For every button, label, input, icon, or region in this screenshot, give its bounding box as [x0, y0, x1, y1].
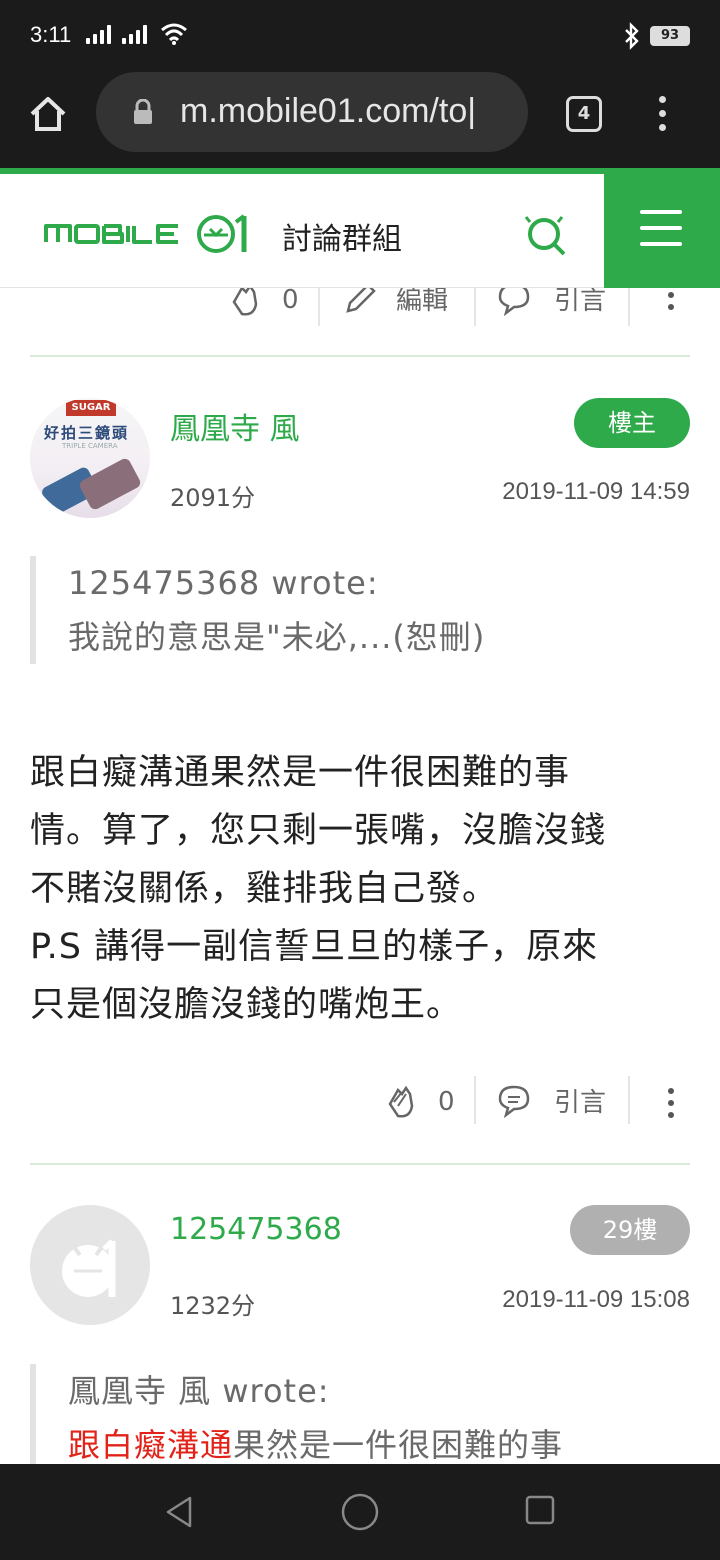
- quote-button[interactable]: 引言: [496, 1082, 606, 1119]
- mobile01-logo[interactable]: [44, 208, 258, 256]
- post-divider: [30, 1163, 690, 1165]
- browser-toolbar: m.mobile01.com/to| 4: [0, 72, 720, 168]
- post-author[interactable]: 鳳凰寺 風: [170, 404, 300, 448]
- post-actions: 0 引言: [0, 1072, 720, 1142]
- bluetooth-icon: [625, 22, 639, 50]
- browser-menu-icon[interactable]: [656, 96, 668, 136]
- recents-icon[interactable]: [524, 1494, 556, 1526]
- cell-signal-icon: [86, 24, 111, 44]
- avatar[interactable]: [30, 1205, 150, 1325]
- search-icon[interactable]: [524, 214, 568, 258]
- post-body-line: 只是個沒膽沒錢的嘴炮王。: [30, 985, 463, 1025]
- more-options-icon[interactable]: [666, 1088, 676, 1124]
- back-icon[interactable]: [162, 1494, 198, 1530]
- system-nav-bar: [0, 1464, 720, 1560]
- tab-switcher-button[interactable]: 4: [566, 96, 602, 132]
- status-bar: 3:11 93: [0, 0, 720, 72]
- quote-block: 鳳凰寺 風 wrote: 跟白癡溝通果然是一件很困難的事: [30, 1364, 690, 1464]
- post-datetime: 2019-11-09 14:59: [502, 478, 690, 505]
- battery-indicator: 93: [650, 26, 690, 46]
- home-icon[interactable]: [26, 92, 70, 136]
- url-text[interactable]: m.mobile01.com/to|: [180, 92, 476, 131]
- post-divider: [30, 355, 690, 357]
- quote-bubble-icon: [498, 1085, 530, 1118]
- home-nav-icon[interactable]: [340, 1492, 380, 1532]
- quote-highlight: 跟白癡溝通: [68, 1426, 234, 1464]
- user-score: 2091分: [170, 484, 256, 512]
- like-button[interactable]: 0: [380, 1082, 455, 1122]
- clap-icon: [388, 1085, 414, 1118]
- quote-block: 125475368 wrote: 我說的意思是"未必,...(恕刪): [30, 556, 690, 664]
- post-datetime: 2019-11-09 15:08: [502, 1286, 690, 1313]
- quote-rest: 果然是一件很困難的事: [233, 1426, 564, 1464]
- floor-badge: 29樓: [570, 1205, 690, 1255]
- like-count: 0: [282, 285, 299, 315]
- quote-author: 鳳凰寺 風 wrote:: [68, 1372, 330, 1410]
- status-time: 3:11: [30, 22, 72, 47]
- post-body: 跟白癡溝通果然是一件很困難的事 情。算了，您只剩一張嘴，沒膽沒錢 不賭沒關係，雞…: [30, 744, 696, 1034]
- avatar-brand: SUGAR: [66, 400, 116, 416]
- avatar-caption: 好拍三鏡頭: [44, 424, 130, 442]
- post-body-line: 不賭沒關係，雞排我自己發。: [30, 869, 499, 909]
- wifi-icon: [161, 23, 187, 45]
- quote-author: 125475368 wrote:: [68, 564, 379, 602]
- op-badge: 樓主: [574, 398, 690, 448]
- quote-label: 引言: [554, 1088, 607, 1118]
- site-header: 討論群組: [0, 168, 720, 288]
- cell-signal-2-icon: [122, 24, 147, 44]
- post-body-line: 跟白癡溝通果然是一件很困難的事: [30, 753, 571, 793]
- post-author[interactable]: 125475368: [170, 1212, 342, 1247]
- quote-text: 我說的意思是"未必,...(恕刪): [68, 618, 486, 656]
- avatar-subcaption: TRIPLE CAMERA: [62, 442, 118, 450]
- post-body-line: P.S 講得一副信誓旦旦的樣子，原來: [30, 927, 599, 967]
- like-count: 0: [438, 1087, 455, 1117]
- user-score: 1232分: [170, 1292, 256, 1320]
- post-body-line: 情。算了，您只剩一張嘴，沒膽沒錢: [30, 811, 607, 851]
- avatar[interactable]: SUGAR 好拍三鏡頭 TRIPLE CAMERA: [30, 398, 150, 518]
- address-bar[interactable]: m.mobile01.com/to|: [96, 72, 528, 152]
- page-title: 討論群組: [282, 222, 402, 257]
- hamburger-menu-button[interactable]: [604, 168, 720, 288]
- default-avatar-icon: [62, 1239, 116, 1297]
- lock-icon: [134, 99, 152, 124]
- quote-text: 跟白癡溝通果然是一件很困難的事: [68, 1418, 690, 1464]
